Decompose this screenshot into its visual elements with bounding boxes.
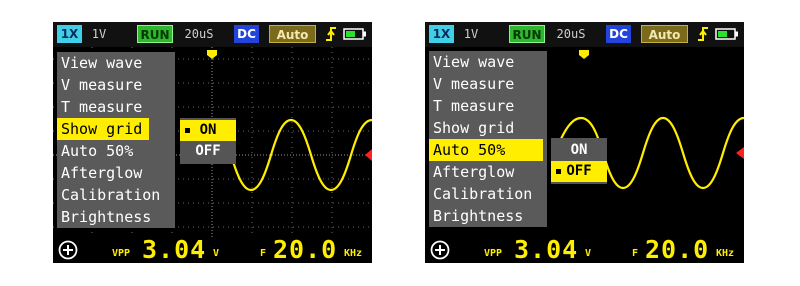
menu-item-auto-50[interactable]: Auto 50%	[429, 139, 543, 161]
frequency-label: F	[260, 248, 267, 259]
coupling-badge[interactable]: DC	[234, 25, 259, 43]
option-off[interactable]: OFF	[551, 161, 607, 182]
volts-div-label[interactable]: 1V	[86, 25, 112, 43]
vpp-value: 3.04	[514, 235, 579, 263]
volts-div-label[interactable]: 1V	[458, 25, 484, 43]
plus-circle-icon[interactable]	[430, 240, 450, 260]
oscilloscope-screen-right: 1X 1V RUN 20uS DC Auto View wave V measu…	[425, 22, 744, 263]
menu-item-show-grid[interactable]: Show grid	[429, 117, 547, 139]
probe-badge[interactable]: 1X	[429, 25, 454, 43]
oscilloscope-screen-left: 1X 1V RUN 20uS DC Auto View wave V measu…	[53, 22, 372, 263]
menu-item-auto-50[interactable]: Auto 50%	[57, 140, 175, 162]
trigger-mode-badge[interactable]: Auto	[641, 25, 688, 43]
menu-item-brightness[interactable]: Brightness	[429, 205, 547, 227]
option-off-label: OFF	[566, 163, 592, 179]
main-menu: View wave V measure T measure Show grid …	[57, 52, 175, 228]
measurement-bar: VPP 3.04 V F 20.0 KHz	[53, 235, 372, 263]
frequency-value: 20.0	[645, 235, 710, 263]
frequency-unit: KHz	[716, 248, 735, 259]
status-bar: 1X 1V RUN 20uS DC Auto	[53, 22, 372, 47]
vpp-unit: V	[213, 248, 220, 259]
menu-item-calibration[interactable]: Calibration	[429, 183, 547, 205]
menu-item-t-measure[interactable]: T measure	[429, 95, 547, 117]
option-on[interactable]: ON	[180, 120, 236, 141]
vpp-label: VPP	[484, 248, 503, 259]
trigger-mode-badge[interactable]: Auto	[269, 25, 316, 43]
menu-item-v-measure[interactable]: V measure	[57, 74, 175, 96]
run-badge[interactable]: RUN	[509, 25, 545, 43]
battery-icon	[715, 28, 738, 40]
frequency-label: F	[632, 248, 639, 259]
run-badge[interactable]: RUN	[137, 25, 173, 43]
main-menu: View wave V measure T measure Show grid …	[429, 51, 547, 227]
menu-item-calibration[interactable]: Calibration	[57, 184, 175, 206]
vpp-label: VPP	[112, 248, 131, 259]
time-div-label[interactable]: 20uS	[179, 25, 219, 43]
vpp-unit: V	[585, 248, 592, 259]
menu-item-t-measure[interactable]: T measure	[57, 96, 175, 118]
option-off[interactable]: OFF	[180, 141, 236, 162]
menu-item-v-measure[interactable]: V measure	[429, 73, 547, 95]
trigger-level-marker	[365, 149, 372, 161]
battery-icon	[343, 28, 366, 40]
option-on-label: ON	[199, 122, 217, 138]
time-div-label[interactable]: 20uS	[551, 25, 591, 43]
measurement-bar: VPP 3.04 V F 20.0 KHz	[425, 235, 744, 263]
trigger-position-marker	[207, 50, 217, 59]
frequency-value: 20.0	[273, 235, 338, 263]
rising-edge-icon	[326, 27, 336, 41]
rising-edge-icon	[698, 27, 708, 41]
menu-item-view-wave[interactable]: View wave	[429, 51, 547, 73]
menu-item-show-grid[interactable]: Show grid	[57, 118, 149, 140]
menu-item-brightness[interactable]: Brightness	[57, 206, 175, 228]
probe-badge[interactable]: 1X	[57, 25, 82, 43]
menu-item-afterglow[interactable]: Afterglow	[57, 162, 175, 184]
trigger-level-marker	[736, 147, 744, 159]
coupling-badge[interactable]: DC	[606, 25, 631, 43]
menu-item-view-wave[interactable]: View wave	[57, 52, 175, 74]
option-on[interactable]: ON	[551, 140, 607, 161]
option-off-label: OFF	[195, 143, 221, 159]
status-bar: 1X 1V RUN 20uS DC Auto	[425, 22, 744, 47]
selected-dot-icon	[185, 128, 190, 133]
vpp-value: 3.04	[142, 235, 207, 263]
show-grid-submenu: ON OFF	[180, 118, 236, 164]
frequency-unit: KHz	[344, 248, 363, 259]
trigger-position-marker	[579, 50, 589, 59]
auto-50-submenu: ON OFF	[551, 138, 607, 184]
selected-dot-icon	[556, 169, 561, 174]
plus-circle-icon[interactable]	[58, 240, 78, 260]
option-on-label: ON	[570, 142, 588, 158]
menu-item-afterglow[interactable]: Afterglow	[429, 161, 547, 183]
